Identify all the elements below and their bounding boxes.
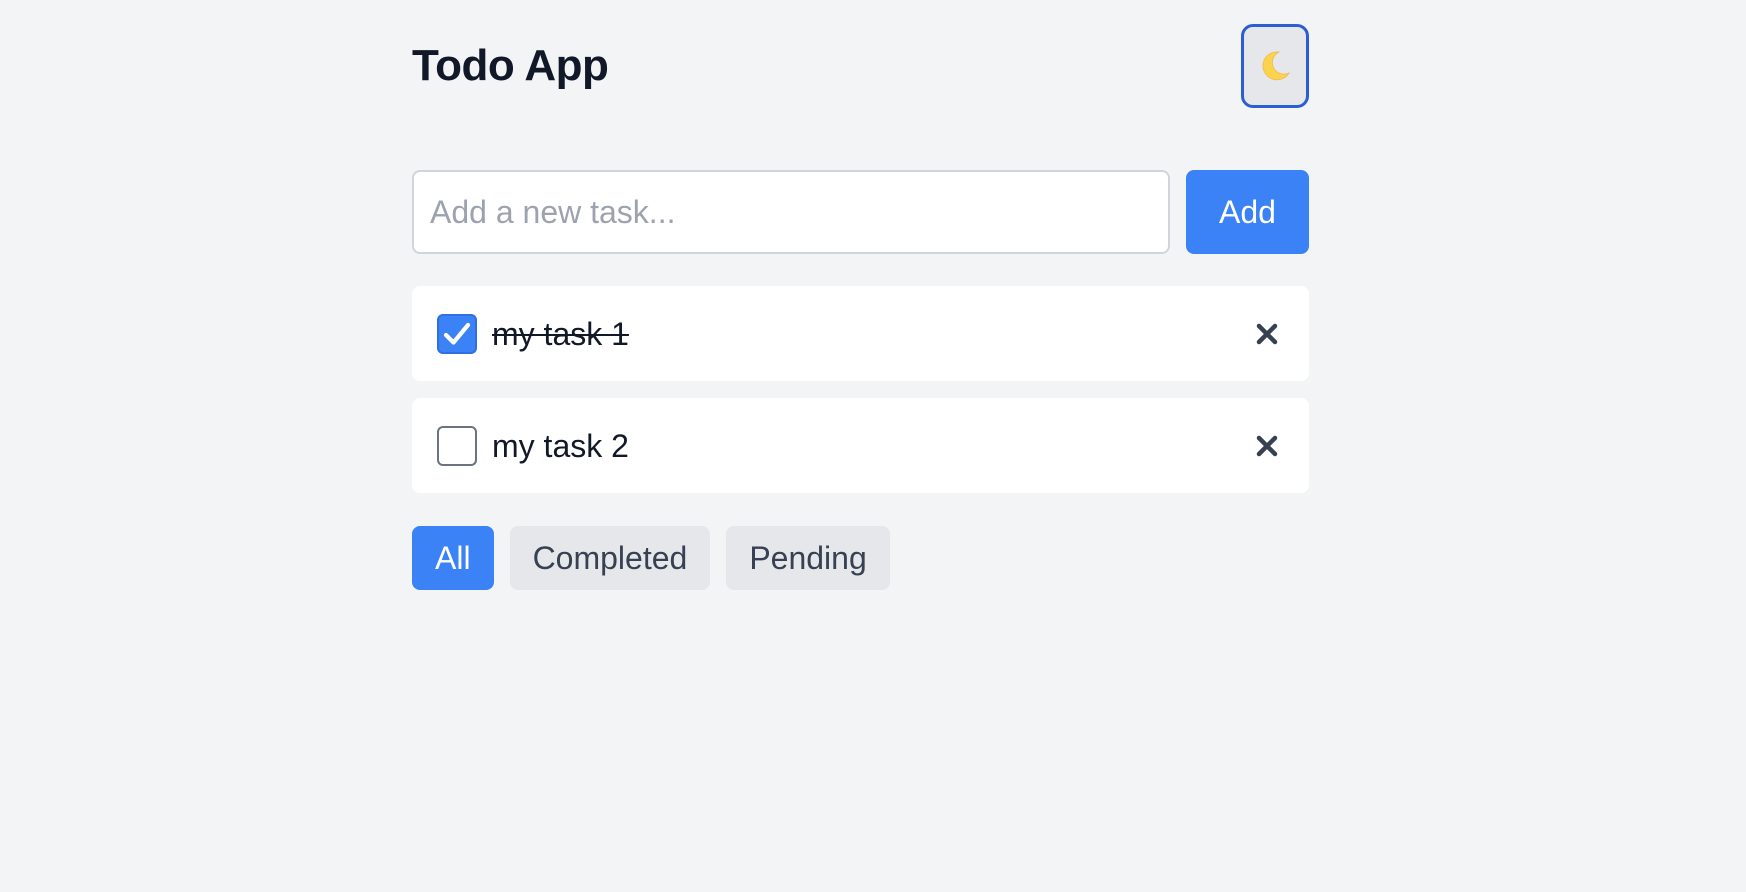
filter-all-button[interactable]: All [412, 526, 494, 590]
task-text: my task 1 [492, 316, 629, 352]
task-checkbox[interactable] [437, 426, 477, 466]
close-icon [1256, 323, 1278, 345]
filter-bar: All Completed Pending [412, 526, 906, 590]
add-button[interactable]: Add [1186, 170, 1309, 254]
new-task-input[interactable] [412, 170, 1170, 254]
todo-app: Todo App Add my task 1 [412, 0, 1309, 590]
delete-task-button[interactable] [1249, 316, 1285, 352]
task-list: my task 1 my task 2 [412, 286, 1309, 510]
list-item: my task 2 [412, 398, 1309, 493]
delete-task-button[interactable] [1249, 428, 1285, 464]
task-text: my task 2 [492, 428, 629, 464]
task-checkbox[interactable] [437, 314, 477, 354]
theme-toggle-button[interactable] [1241, 24, 1309, 108]
filter-pending-button[interactable]: Pending [726, 526, 890, 590]
filter-completed-button[interactable]: Completed [509, 526, 711, 590]
moon-icon [1258, 49, 1292, 83]
page-title: Todo App [412, 41, 609, 90]
add-task-form: Add [412, 170, 1309, 254]
header: Todo App [412, 0, 1309, 130]
close-icon [1256, 435, 1278, 457]
list-item: my task 1 [412, 286, 1309, 381]
checkmark-icon [443, 322, 471, 345]
